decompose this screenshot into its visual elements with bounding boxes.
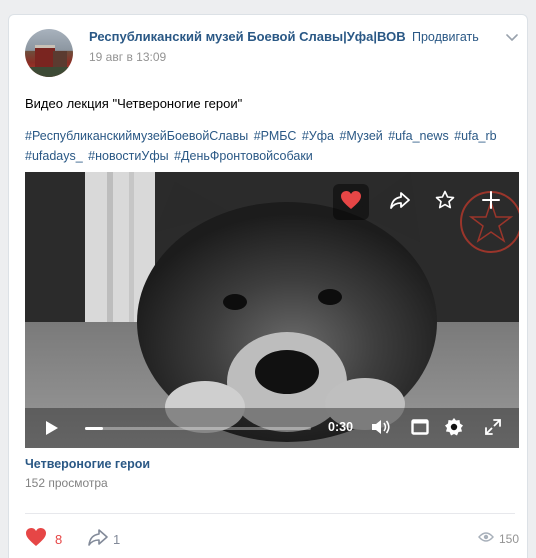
add-overlay-button[interactable]	[473, 184, 509, 220]
hashtag-list: #РеспубликанскиймузейБоевойСлавы #РМБС #…	[25, 126, 519, 166]
fullscreen-icon[interactable]	[485, 419, 501, 439]
avatar-ground	[25, 67, 73, 77]
hashtag-link[interactable]: #ufadays_	[25, 149, 83, 163]
progress-fill	[85, 427, 104, 430]
heart-icon	[340, 190, 362, 214]
avatar-building-annex	[53, 51, 67, 67]
post-text: Видео лекция "Четвероногие герои"	[25, 96, 243, 111]
video-title[interactable]: Четвероногие герои	[25, 457, 150, 471]
video-views: 152 просмотра	[25, 476, 108, 490]
share-count: 1	[113, 531, 121, 547]
chevron-down-icon[interactable]	[504, 30, 520, 44]
post-actions: 8 1 150	[25, 527, 519, 551]
like-count: 8	[55, 531, 63, 547]
views-counter: 150	[478, 527, 519, 551]
play-icon[interactable]	[45, 420, 59, 440]
avatar-building	[35, 45, 55, 67]
hashtag-link[interactable]: #новостиУфы	[88, 149, 168, 163]
video-player[interactable]: 0:30	[25, 172, 519, 448]
share-icon	[389, 190, 411, 214]
star-icon	[435, 190, 455, 214]
volume-icon[interactable]	[371, 418, 391, 440]
eye-icon	[478, 531, 494, 547]
settings-icon[interactable]	[444, 417, 464, 441]
plus-icon	[481, 190, 501, 214]
like-button[interactable]: 8	[25, 527, 62, 551]
hashtag-link[interactable]: #Уфа	[302, 129, 334, 143]
video-time: 0:30	[328, 420, 354, 434]
hashtag-link[interactable]: #ufa_rb	[454, 129, 496, 143]
favorite-overlay-button[interactable]	[427, 184, 463, 220]
hashtag-link[interactable]: #ДеньФронтовойсобаки	[174, 149, 313, 163]
share-overlay-button[interactable]	[382, 184, 418, 220]
avatar[interactable]	[25, 29, 73, 77]
share-button[interactable]: 1	[87, 527, 120, 551]
miniplayer-icon[interactable]	[411, 419, 429, 439]
post-header: Республиканский музей Боевой Славы|Уфа|В…	[25, 29, 518, 81]
hashtag-link[interactable]: #РеспубликанскиймузейБоевойСлавы	[25, 129, 248, 143]
hashtag-link[interactable]: #ufa_news	[388, 129, 448, 143]
post-card: Республиканский музей Боевой Славы|Уфа|В…	[8, 14, 528, 558]
promote-button[interactable]: Продвигать	[412, 30, 479, 44]
progress-bar[interactable]	[85, 427, 311, 430]
hashtag-link[interactable]: #РМБС	[254, 129, 297, 143]
post-date[interactable]: 19 авг в 13:09	[89, 50, 166, 64]
author-name[interactable]: Республиканский музей Боевой Славы|Уфа|В…	[89, 29, 406, 44]
like-overlay-button[interactable]	[333, 184, 369, 220]
share-icon	[87, 527, 109, 551]
heart-icon	[25, 527, 47, 551]
divider	[25, 513, 515, 514]
hashtag-link[interactable]: #Музей	[339, 129, 382, 143]
views-count: 150	[498, 532, 519, 546]
video-controls: 0:30	[25, 408, 519, 448]
